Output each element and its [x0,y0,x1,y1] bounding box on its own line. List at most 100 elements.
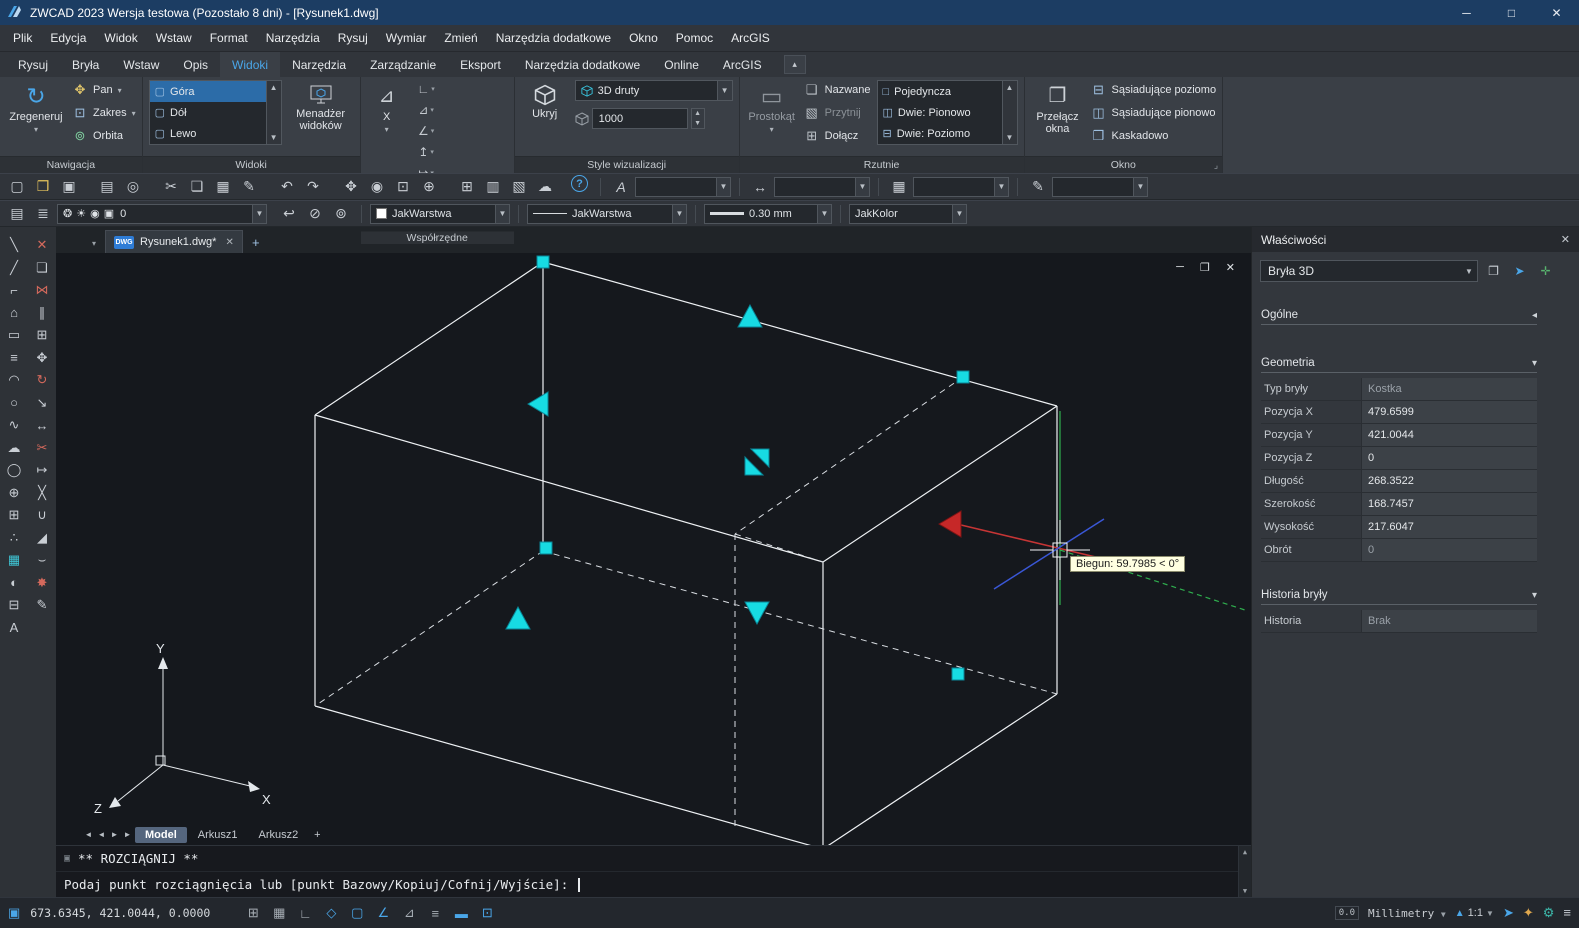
tab-narzedzia[interactable]: Narzędzia [280,52,358,77]
performance-button[interactable]: ✦ [1523,905,1534,921]
panel-launcher-icon[interactable]: ⌟ [1214,160,1218,171]
minimize-button[interactable]: ─ [1444,0,1489,25]
orbita-ribbon-button[interactable]: ⊚ Orbita [72,126,136,146]
layer-sun-icon[interactable]: ☀ [76,207,86,220]
copy-button[interactable]: ❏ [185,175,209,198]
table-style-icon[interactable]: ▦ [887,175,911,198]
sheet-button[interactable]: ▧ [507,175,531,198]
scroll-up-icon[interactable]: ▲ [1006,83,1014,92]
viewport-dwie-poziomo[interactable]: ⊟ Dwie: Poziomo [878,123,1002,144]
zregeneruj-button[interactable]: ↻ Zregeneruj ▾ [6,80,66,155]
isolines-stepper[interactable]: ▲ ▼ [691,108,705,129]
rzutnie-dolacz[interactable]: ⊞ Dołącz [804,126,871,146]
layer-color-icon[interactable]: ▣ [104,207,114,220]
layer-isolate-button[interactable]: ⊚ [329,202,353,225]
ducs-toggle[interactable]: ⊿ [398,903,420,923]
ortho-toggle[interactable]: ∟ [294,903,316,923]
scroll-up-icon[interactable]: ▲ [270,83,278,92]
table-style-combo[interactable]: ▼ [913,177,1009,197]
qp-toggle[interactable]: ⊡ [476,903,498,923]
viewport-dwie-pionowo[interactable]: ◫ Dwie: Pionowo [878,102,1002,123]
units-combo[interactable]: Millimetry ▼ [1368,907,1446,920]
gradient-tool[interactable]: ◐ [2,572,26,595]
layer-bulb-icon[interactable]: ❂ [63,207,72,220]
properties-close-icon[interactable]: ✕ [1561,233,1570,246]
extend-tool[interactable]: ↦ [30,459,54,482]
layout-tab-model[interactable]: Model [135,827,187,843]
scroll-down-icon[interactable]: ▼ [1006,133,1014,142]
menu-pomoc[interactable]: Pomoc [667,25,722,51]
quick-select-icon[interactable]: ❐ [1483,261,1504,282]
menu-edycja[interactable]: Edycja [41,25,95,51]
open-button[interactable]: ❒ [31,175,55,198]
pan-button[interactable]: ✥ [339,175,363,198]
section-historia-bryly[interactable]: Historia bryły ▾ [1261,589,1537,605]
explode-tool[interactable]: ✸ [30,572,54,595]
menu-narzedzia[interactable]: Narzędzia [257,25,329,51]
move-tool[interactable]: ✥ [30,347,54,370]
lwt-toggle[interactable]: ▬ [450,903,472,923]
model-space-icon[interactable]: ▣ [8,905,20,921]
mirror-tool[interactable]: ⋈ [30,279,54,302]
tab-list-icon[interactable]: ▾ [86,233,102,253]
menu-wymiar[interactable]: Wymiar [377,25,436,51]
stretch-direction-arrow[interactable] [939,511,961,537]
okno-sasiadujace-poziomo[interactable]: ⊟ Sąsiadujące poziomo [1091,80,1217,100]
ucs-button-2[interactable]: ⊿ ▾ [413,101,440,119]
arc-tool[interactable]: ◠ [2,369,26,392]
drawing-canvas[interactable]: Y X Z ─ ❐ ✕ Biegun: 59.7985 < 0° ◄ [56,253,1251,845]
cloud-button[interactable]: ☁ [533,175,557,198]
viewports-button[interactable]: ⊞ [455,175,479,198]
layer-properties-button[interactable]: ▤ [5,202,29,225]
drawing-restore-icon[interactable]: ❐ [1200,261,1210,274]
layout-last-button[interactable]: ► [121,830,134,839]
menu-arcgis[interactable]: ArcGIS [722,25,779,51]
object-type-combo[interactable]: Bryła 3D ▼ [1260,260,1478,282]
text-style-icon[interactable]: A [609,175,633,198]
scale-tool[interactable]: ↘ [30,392,54,415]
stretch-tool[interactable]: ↔ [30,414,54,437]
preview-button[interactable]: ◎ [121,175,145,198]
zoom-realtime-button[interactable]: ◉ [365,175,389,198]
multiline-tool[interactable]: ≡ [2,347,26,370]
view-dol[interactable]: ▢ Dół [150,102,266,123]
stepper-up-icon[interactable]: ▲ [694,110,701,117]
layer-combo[interactable]: ❂ ☀ ◉ ▣ 0 ▼ [57,204,267,224]
tab-widoki[interactable]: Widoki [220,52,280,77]
polar-toggle[interactable]: ◇ [320,903,342,923]
viewport-list-scrollbar[interactable]: ▲ ▼ [1003,80,1018,145]
erase-tool[interactable]: ✕ [30,234,54,257]
scroll-up-icon[interactable]: ▲ [1243,848,1247,856]
line-tool[interactable]: ╲ [2,234,26,257]
copy-tool[interactable]: ❏ [30,257,54,280]
table-button[interactable]: ▥ [481,175,505,198]
solid-grips[interactable] [506,256,969,680]
command-scrollbar[interactable]: ▲ ▼ [1238,846,1251,897]
make-block-tool[interactable]: ⊞ [2,504,26,527]
okno-kaskadowo[interactable]: ❒ Kaskadowo [1091,126,1217,146]
tab-opis[interactable]: Opis [171,52,220,77]
view-manager-button[interactable]: Menadżer widoków [288,80,354,155]
zoom-extents-button[interactable]: ⊕ [417,175,441,198]
tab-online[interactable]: Online [652,52,711,77]
tab-arcgis[interactable]: ArcGIS [711,52,774,77]
settings-gear-button[interactable]: ⚙ [1543,905,1555,921]
layer-match-button[interactable]: ⊘ [303,202,327,225]
share-button[interactable]: ➤ [1503,905,1514,921]
tab-wstaw[interactable]: Wstaw [111,52,171,77]
okno-sasiadujace-pionowo[interactable]: ◫ Sąsiadujące pionowo [1091,103,1217,123]
ucs-button-3[interactable]: ∠ ▾ [413,122,440,140]
plotstyle-combo[interactable]: JakKolor ▼ [849,204,967,224]
rzutnie-nazwane[interactable]: ❏ Nazwane [804,80,871,100]
viewport-pojedyncza[interactable]: □ Pojedyncza [878,81,1002,102]
menu-zmien[interactable]: Zmień [435,25,486,51]
view-lewo[interactable]: ▢ Lewo [150,123,266,144]
ellipse-tool[interactable]: ◯ [2,459,26,482]
view-list-scrollbar[interactable]: ▲ ▼ [267,80,282,145]
menu-okno[interactable]: Okno [620,25,667,51]
rectangle-tool[interactable]: ▭ [2,324,26,347]
section-geometria[interactable]: Geometria ▾ [1261,357,1537,373]
zoom-window-button[interactable]: ⊡ [391,175,415,198]
section-ogolne[interactable]: Ogólne ◂ [1261,309,1537,325]
precision-button[interactable]: 0.0 [1335,906,1359,920]
